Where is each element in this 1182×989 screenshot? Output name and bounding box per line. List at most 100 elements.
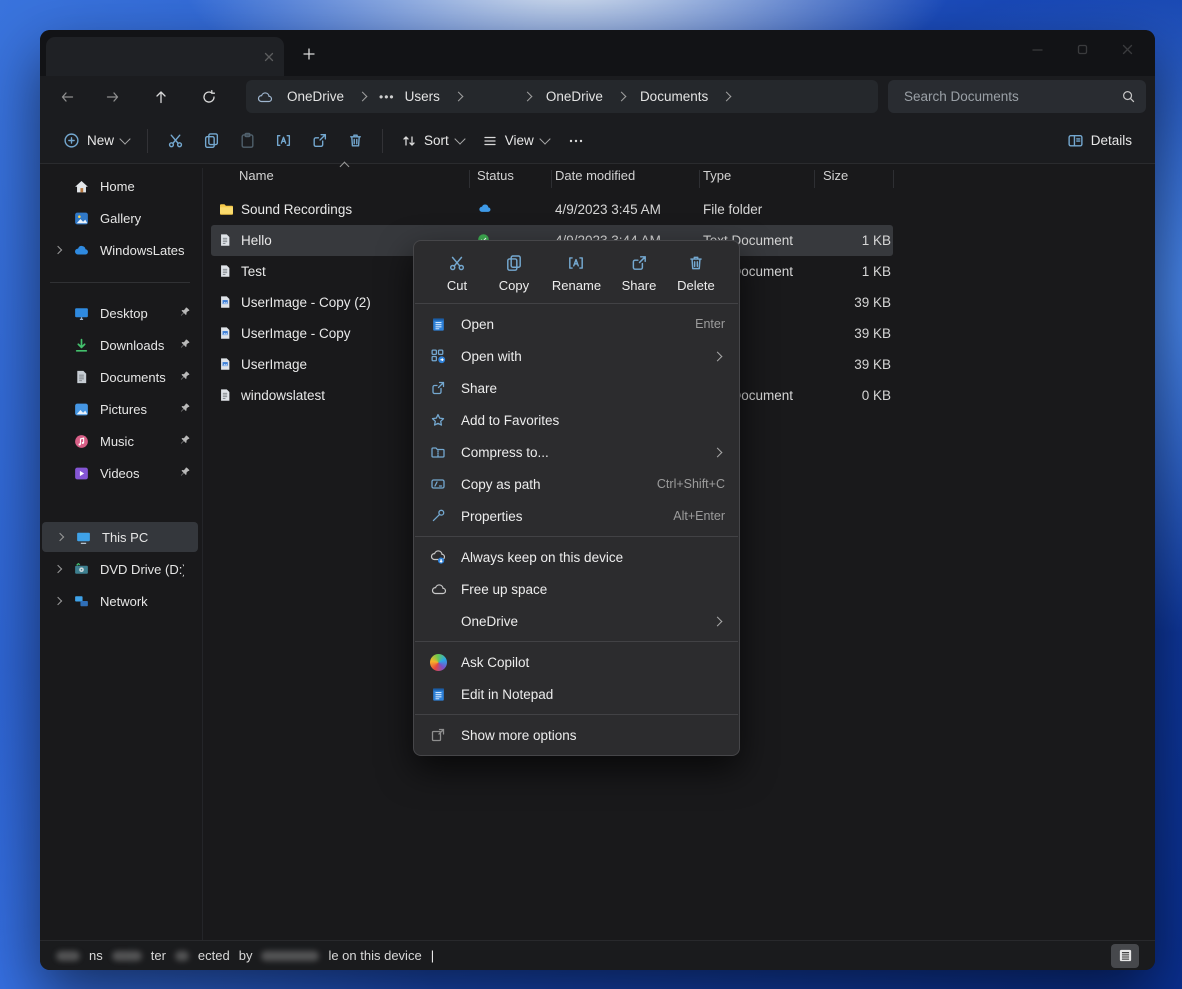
sidebar-item-downloads[interactable]: Downloads [40, 330, 200, 360]
sidebar-item-label: Network [100, 594, 148, 609]
sidebar-item-pictures[interactable]: Pictures [40, 394, 200, 424]
rename-quick-action[interactable]: Rename [552, 254, 601, 293]
share-button[interactable] [301, 125, 337, 157]
documents-icon [72, 369, 90, 385]
back-button[interactable] [52, 82, 82, 112]
tab-close-icon[interactable] [264, 52, 274, 62]
menu-item-ask-copilot[interactable]: Ask Copilot [414, 646, 739, 678]
menu-item-open[interactable]: Open Enter [414, 308, 739, 340]
redaction-blob [175, 951, 189, 961]
this-pc-icon [74, 529, 92, 546]
file-explorer-window: OneDrive ••• Users OneDrive Documents Ne… [40, 30, 1155, 970]
menu-item-always-keep-on-this-device[interactable]: Always keep on this device [414, 541, 739, 573]
new-tab-button[interactable] [298, 43, 320, 65]
column-divider[interactable] [699, 170, 700, 188]
copy-button[interactable] [193, 125, 229, 157]
sidebar-item-music[interactable]: Music [40, 426, 200, 456]
text-file-icon [218, 387, 232, 403]
delete-quick-action[interactable]: Delete [677, 254, 715, 293]
share-quick-action[interactable]: Share [620, 254, 658, 293]
sidebar-item-videos[interactable]: Videos [40, 458, 200, 488]
menu-item-share[interactable]: Share [414, 372, 739, 404]
title-bar [40, 30, 1155, 76]
search-icon[interactable] [1121, 89, 1136, 104]
menu-item-show-more-options[interactable]: Show more options [414, 719, 739, 751]
expand-chevron-icon[interactable] [54, 565, 62, 573]
sidebar-item-this-pc[interactable]: This PC [42, 522, 198, 552]
chevron-right-icon[interactable] [722, 92, 732, 102]
expand-chevron-icon[interactable] [54, 246, 62, 254]
column-divider[interactable] [814, 170, 815, 188]
column-header-name[interactable]: Name [239, 168, 274, 183]
sidebar-item-documents[interactable]: Documents [40, 362, 200, 392]
breadcrumb-documents[interactable]: Documents [634, 86, 714, 107]
column-header-type[interactable]: Type [703, 168, 731, 183]
open-with-icon [428, 348, 448, 365]
details-view-toggle-button[interactable] [1111, 944, 1139, 968]
menu-item-add-to-favorites[interactable]: Add to Favorites [414, 404, 739, 436]
menu-item-shortcut: Ctrl+Shift+C [657, 477, 725, 491]
breadcrumb-onedrive-root[interactable]: OneDrive [281, 86, 350, 107]
column-divider[interactable] [551, 170, 552, 188]
menu-item-free-up-space[interactable]: Free up space [414, 573, 739, 605]
sidebar-item-desktop[interactable]: Desktop [40, 298, 200, 328]
forward-button[interactable] [98, 82, 128, 112]
column-divider[interactable] [469, 170, 470, 188]
search-input[interactable] [902, 88, 1121, 105]
sidebar-item-network[interactable]: Network [40, 586, 200, 616]
sidebar-item-label: Music [100, 434, 134, 449]
menu-item-compress-to[interactable]: Compress to... [414, 436, 739, 468]
share-icon [428, 380, 448, 396]
pin-icon [179, 402, 191, 414]
cut-quick-action[interactable]: Cut [438, 254, 476, 293]
column-header-date-modified[interactable]: Date modified [555, 168, 635, 183]
pin-icon [179, 434, 191, 446]
new-button[interactable]: New [54, 126, 138, 155]
explorer-tab[interactable] [46, 37, 284, 76]
details-pane-button[interactable]: Details [1058, 126, 1141, 155]
expand-chevron-icon[interactable] [56, 533, 64, 541]
chevron-right-icon[interactable] [616, 92, 626, 102]
breadcrumb-onedrive[interactable]: OneDrive [540, 86, 609, 107]
up-button[interactable] [146, 82, 176, 112]
dvd-drive-icon [72, 561, 90, 578]
menu-separator [415, 714, 738, 715]
view-button[interactable]: View [473, 127, 558, 155]
more-options-button[interactable] [558, 125, 594, 157]
notepad-icon [428, 686, 448, 703]
breadcrumb-overflow-button[interactable]: ••• [375, 90, 399, 104]
column-header-status[interactable]: Status [477, 168, 514, 183]
sidebar-item-label: This PC [102, 530, 148, 545]
menu-item-open-with[interactable]: Open with [414, 340, 739, 372]
menu-item-edit-in-notepad[interactable]: Edit in Notepad [414, 678, 739, 710]
maximize-icon[interactable] [1077, 44, 1088, 55]
chevron-right-icon[interactable] [522, 92, 532, 102]
menu-item-onedrive[interactable]: OneDrive [414, 605, 739, 637]
status-bar: ns ter ected by le on this device | [40, 940, 1155, 970]
chevron-right-icon[interactable] [358, 92, 368, 102]
sidebar-item-dvd-drive[interactable]: DVD Drive (D:) CCC [40, 554, 200, 584]
rename-button[interactable] [265, 125, 301, 157]
delete-button[interactable] [337, 125, 373, 157]
menu-item-properties[interactable]: Properties Alt+Enter [414, 500, 739, 532]
copy-quick-action[interactable]: Copy [495, 254, 533, 293]
refresh-button[interactable] [194, 82, 224, 112]
file-row-sound-recordings[interactable]: Sound Recordings 4/9/2023 3:45 AM File f… [203, 194, 1155, 225]
chevron-right-icon[interactable] [453, 92, 463, 102]
cloud-download-icon [428, 549, 448, 565]
close-icon[interactable] [1122, 44, 1133, 55]
paste-button[interactable] [229, 125, 265, 157]
quick-action-label: Share [622, 278, 657, 293]
sort-button[interactable]: Sort [392, 127, 473, 155]
cut-button[interactable] [157, 125, 193, 157]
sidebar-item-gallery[interactable]: Gallery [40, 203, 200, 233]
column-divider[interactable] [893, 170, 894, 188]
sidebar-item-onedrive-windowslatest[interactable]: WindowsLatest - Pe [40, 235, 200, 265]
breadcrumb-users[interactable]: Users [399, 86, 446, 107]
column-header-size[interactable]: Size [823, 168, 848, 183]
toolbar-separator [147, 129, 148, 153]
menu-item-copy-as-path[interactable]: Copy as path Ctrl+Shift+C [414, 468, 739, 500]
minimize-icon[interactable] [1032, 44, 1043, 55]
sidebar-item-home[interactable]: Home [40, 171, 200, 201]
expand-chevron-icon[interactable] [54, 597, 62, 605]
